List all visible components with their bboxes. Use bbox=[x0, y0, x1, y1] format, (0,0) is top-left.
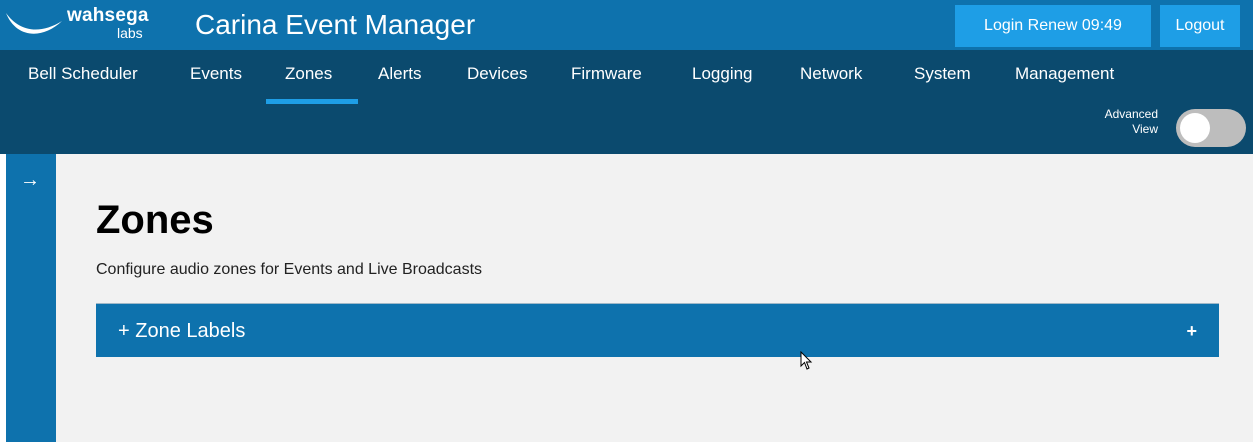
top-bar: wahsega labs Carina Event Manager Login … bbox=[0, 0, 1253, 50]
nav-item-logging[interactable]: Logging bbox=[692, 64, 753, 84]
advanced-view-label-line2: View bbox=[1132, 122, 1158, 136]
logout-button[interactable]: Logout bbox=[1160, 5, 1240, 47]
app-title: Carina Event Manager bbox=[195, 9, 476, 40]
main-nav: Bell Scheduler Events Zones Alerts Devic… bbox=[0, 50, 1253, 154]
nav-item-alerts[interactable]: Alerts bbox=[378, 64, 421, 84]
toggle-knob bbox=[1180, 113, 1210, 143]
zone-labels-accordion[interactable]: + Zone Labels + bbox=[96, 303, 1219, 357]
nav-item-firmware[interactable]: Firmware bbox=[571, 64, 642, 84]
wahsega-logo[interactable]: wahsega labs bbox=[4, 4, 174, 48]
content-area bbox=[56, 154, 1253, 442]
page-title: Zones bbox=[96, 198, 214, 242]
arrow-right-icon[interactable]: → bbox=[20, 170, 40, 190]
nav-item-devices[interactable]: Devices bbox=[467, 64, 527, 84]
nav-item-zones[interactable]: Zones bbox=[285, 64, 332, 84]
page-subtitle: Configure audio zones for Events and Liv… bbox=[96, 261, 483, 278]
plus-icon[interactable]: + bbox=[1186, 320, 1197, 342]
advanced-view-label: Advanced View bbox=[1080, 107, 1158, 137]
nav-item-network[interactable]: Network bbox=[800, 64, 862, 84]
nav-item-management[interactable]: Management bbox=[1015, 64, 1114, 84]
login-renew-button[interactable]: Login Renew 09:49 bbox=[955, 5, 1151, 47]
accordion-label: + Zone Labels bbox=[118, 320, 246, 342]
active-tab-indicator bbox=[266, 99, 358, 104]
logo-swoosh-icon bbox=[6, 13, 62, 34]
logo-wordmark: wahsega bbox=[67, 5, 149, 26]
nav-item-system[interactable]: System bbox=[914, 64, 971, 84]
logo-submark: labs bbox=[117, 25, 143, 41]
collapsed-sidebar bbox=[6, 154, 56, 442]
advanced-view-label-line1: Advanced bbox=[1104, 107, 1158, 121]
mouse-cursor-icon bbox=[800, 351, 813, 370]
nav-item-events[interactable]: Events bbox=[190, 64, 242, 84]
nav-item-bell-scheduler[interactable]: Bell Scheduler bbox=[28, 64, 138, 84]
advanced-view-toggle[interactable] bbox=[1176, 109, 1246, 147]
